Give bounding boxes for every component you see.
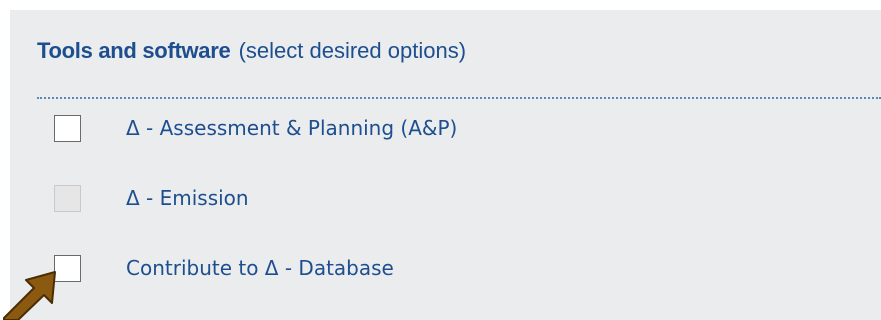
section-hint: (select desired options) xyxy=(238,38,467,63)
option-assessment-planning[interactable]: Δ - Assessment & Planning (A&P) xyxy=(50,112,650,148)
tools-and-software-panel: Tools and software (select desired optio… xyxy=(10,10,881,320)
contribute-database-label[interactable]: Contribute to Δ - Database xyxy=(126,256,394,280)
contribute-database-checkbox[interactable] xyxy=(54,255,81,282)
option-emission: Δ - Emission xyxy=(50,182,650,218)
emission-checkbox xyxy=(54,185,81,212)
emission-label: Δ - Emission xyxy=(126,186,249,210)
option-contribute-database[interactable]: Contribute to Δ - Database xyxy=(50,252,650,288)
section-header: Tools and software (select desired optio… xyxy=(37,38,466,64)
section-title: Tools and software xyxy=(37,38,231,63)
assessment-planning-checkbox[interactable] xyxy=(54,115,81,142)
dotted-divider xyxy=(37,97,881,99)
assessment-planning-label[interactable]: Δ - Assessment & Planning (A&P) xyxy=(126,116,457,140)
